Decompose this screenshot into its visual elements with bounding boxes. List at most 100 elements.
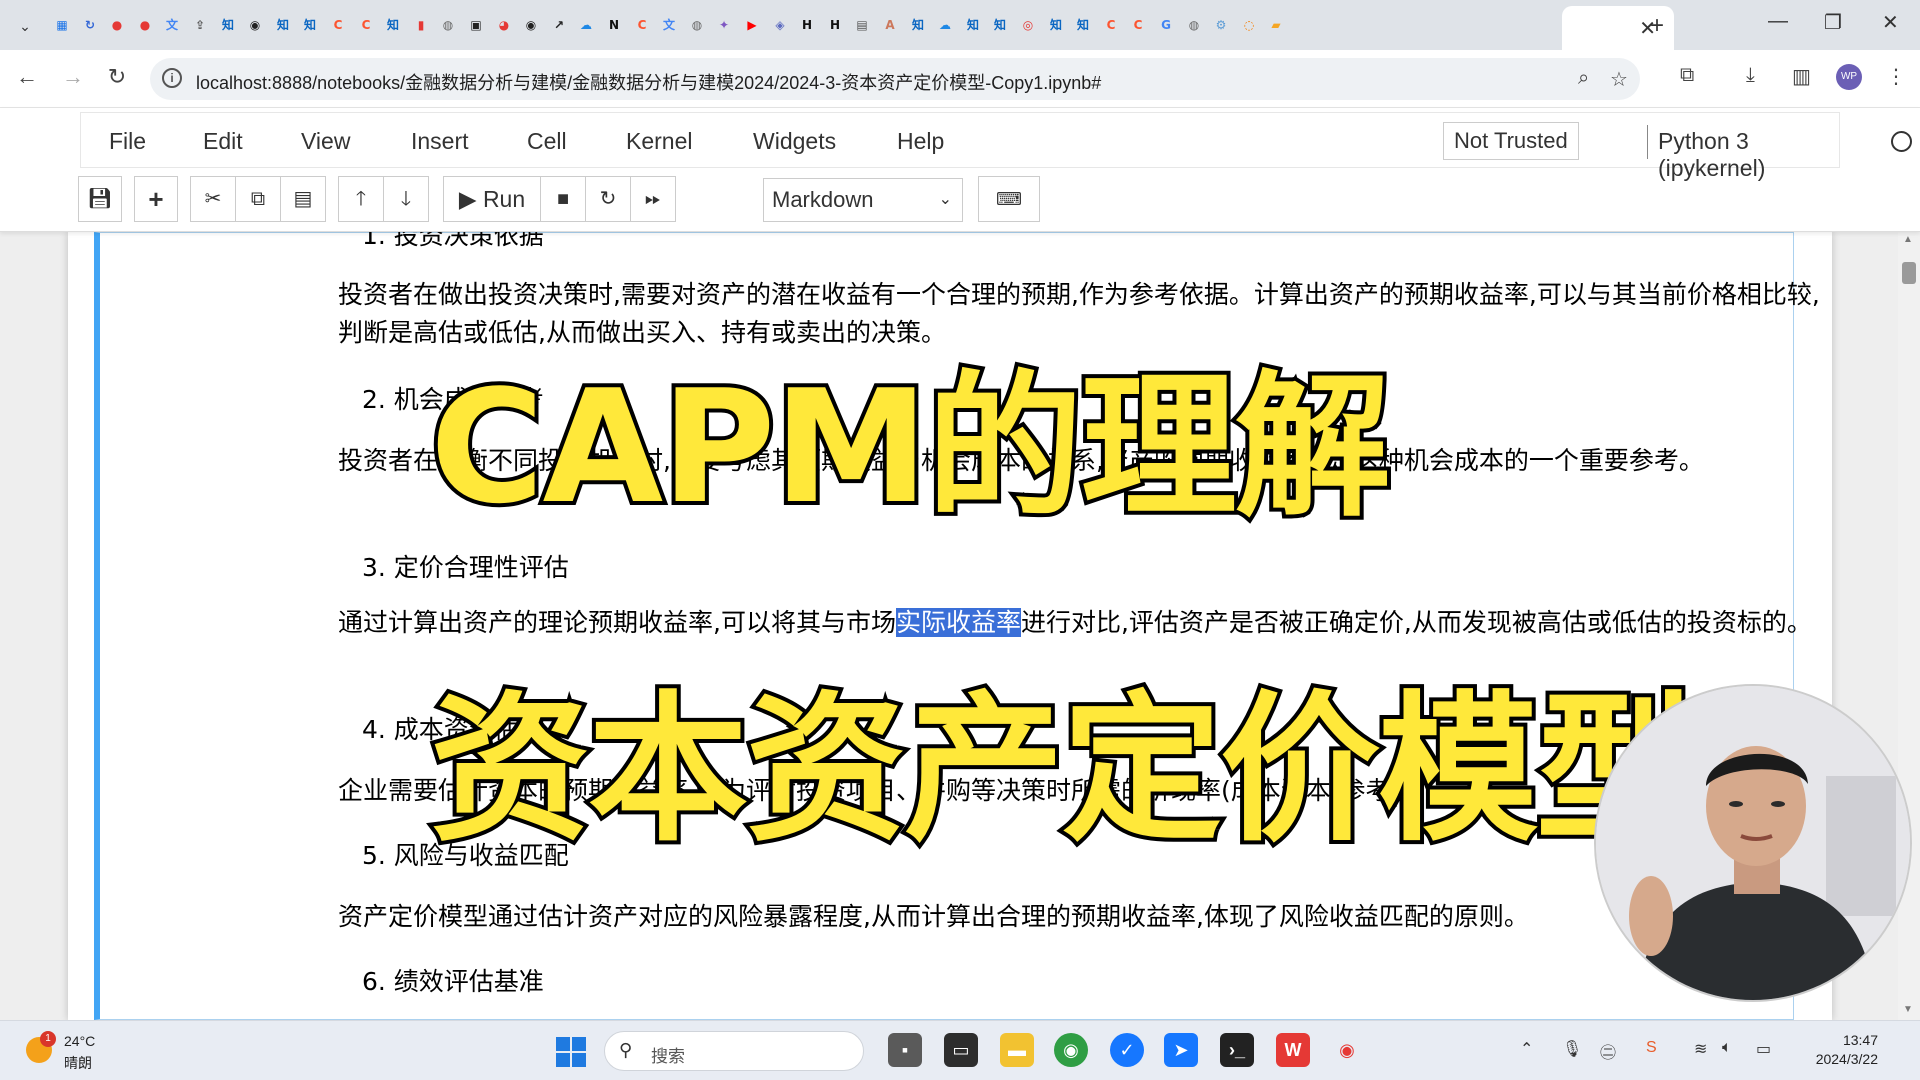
csdn-icon[interactable]: C [632,15,652,35]
volume-icon[interactable]: 🔈︎ [1722,1039,1732,1057]
zhihu-icon[interactable]: 知 [908,15,928,35]
app-tray-icon[interactable]: S [1646,1039,1657,1057]
tab-search-icon[interactable]: ⌄ [12,13,38,39]
move-down-icon[interactable]: 🡓 [383,176,429,222]
kernel-name[interactable]: Python 3 (ipykernel) [1658,128,1839,182]
github-icon[interactable]: ◉ [521,15,541,35]
menu-help[interactable]: Help [897,128,944,155]
feishu-app-icon[interactable]: ➤ [1164,1033,1198,1067]
keyboard-shortcuts-icon[interactable]: ⌨ [978,176,1040,222]
github-icon[interactable]: ◉ [245,15,265,35]
globe-icon[interactable]: ◍ [1184,15,1204,35]
menu-widgets[interactable]: Widgets [753,128,836,155]
forward-arrow-icon[interactable]: → [58,64,88,90]
record-icon[interactable]: ◉ [1330,1033,1364,1067]
notion-icon[interactable]: N [604,15,624,35]
translate-icon[interactable]: 文 [659,15,679,35]
gear-icon[interactable]: ⚙ [1211,15,1231,35]
scroll-down-icon[interactable]: ▼ [1903,1004,1913,1015]
fast-forward-icon[interactable]: ⏩︎ [630,176,676,222]
menu-insert[interactable]: Insert [411,128,469,155]
cloud-icon[interactable]: ☁ [935,15,955,35]
csdn-icon[interactable]: C [1128,15,1148,35]
chart-icon[interactable]: ▮ [411,15,431,35]
monitor-app-icon[interactable]: ▭ [944,1033,978,1067]
browser-menu-icon[interactable]: ⋮ [1886,64,1906,89]
red-circle-icon[interactable]: ● [107,15,127,35]
trust-status-badge[interactable]: Not Trusted [1443,122,1579,160]
chrome-icon[interactable]: ◕ [494,15,514,35]
paste-icon[interactable]: ▤ [280,176,326,222]
system-clock[interactable]: 13:47 2024/3/22 [1798,1031,1878,1069]
menu-edit[interactable]: Edit [203,128,243,155]
scrollbar-thumb[interactable] [1902,262,1916,284]
bookmark-star-icon[interactable]: ☆ [1610,67,1628,92]
vertical-scrollbar[interactable]: ▲ ▼ [1898,232,1920,1020]
profile-avatar[interactable]: WP [1836,64,1862,90]
wifi-icon[interactable]: ≋ [1694,1039,1707,1059]
side-panel-icon[interactable]: ▥ [1792,64,1811,89]
address-bar[interactable]: i localhost:8888/notebooks/金融数据分析与建模/金融数… [150,58,1640,100]
cursor-icon[interactable]: ↗ [549,15,569,35]
youtube-icon[interactable]: ▶ [742,15,762,35]
reload-icon[interactable]: ↻ [102,64,132,90]
url-text[interactable]: localhost:8888/notebooks/金融数据分析与建模/金融数据分… [196,69,1101,95]
video-icon[interactable]: ▣ [466,15,486,35]
loading-icon[interactable]: ◌ [1239,15,1259,35]
copy-icon[interactable]: ⧉ [235,176,281,222]
window-close-icon[interactable]: ✕ [1882,10,1899,35]
chrome-taskbar-icon[interactable]: ◉ [1054,1033,1088,1067]
run-button[interactable]: ▶ Run [443,176,541,222]
download-icon[interactable]: ⤓ [1746,64,1755,87]
zhihu-icon[interactable]: 知 [383,15,403,35]
h-icon[interactable]: H [797,15,817,35]
zhihu-icon[interactable]: 知 [300,15,320,35]
refresh-app-icon[interactable]: ↻ [80,15,100,35]
google-icon[interactable]: G [1156,15,1176,35]
windows-start-icon[interactable] [556,1037,586,1067]
check-app-icon[interactable]: ✓ [1110,1033,1144,1067]
cut-icon[interactable]: ✂ [190,176,236,222]
file-explorer-icon[interactable]: ▬ [1000,1033,1034,1067]
code-icon[interactable]: ◈ [770,15,790,35]
ime-icon[interactable]: ㊁ [1600,1039,1616,1063]
anthropic-icon[interactable]: A [880,15,900,35]
csdn-icon[interactable]: C [328,15,348,35]
globe-icon[interactable]: ◍ [687,15,707,35]
scroll-up-icon[interactable]: ▲ [1903,234,1913,245]
csdn-icon[interactable]: C [1101,15,1121,35]
translate-icon[interactable]: 文 [162,15,182,35]
red-circle-icon[interactable]: ● [135,15,155,35]
csdn-icon[interactable]: C [356,15,376,35]
save-icon[interactable]: 💾︎ [78,176,122,222]
restart-icon[interactable]: ↻ [585,176,631,222]
weibo-icon[interactable]: ◎ [1018,15,1038,35]
menu-view[interactable]: View [301,128,350,155]
tray-chevron-up-icon[interactable]: ⌃ [1520,1039,1533,1059]
menu-file[interactable]: File [109,128,146,155]
battery-icon[interactable]: ▭ [1756,1039,1771,1059]
site-info-icon[interactable]: i [162,68,182,88]
zhihu-icon[interactable]: 知 [273,15,293,35]
upload-icon[interactable]: ⇪ [190,15,210,35]
calendar-icon[interactable]: ▦ [52,15,72,35]
maximize-icon[interactable]: ❐ [1824,10,1842,35]
minimize-icon[interactable]: — [1768,10,1788,33]
zhihu-icon[interactable]: 知 [990,15,1010,35]
microphone-icon[interactable]: 🎙︎ [1562,1039,1582,1059]
move-up-icon[interactable]: 🡑 [338,176,384,222]
h-icon[interactable]: H [825,15,845,35]
menu-cell[interactable]: Cell [527,128,567,155]
terminal-icon[interactable]: ›_ [1220,1033,1254,1067]
zhihu-icon[interactable]: 知 [1073,15,1093,35]
book-icon[interactable]: ▤ [852,15,872,35]
zhihu-icon[interactable]: 知 [963,15,983,35]
wps-icon[interactable]: W [1276,1033,1310,1067]
extensions-icon[interactable]: ⧉ [1680,64,1694,87]
insert-cell-icon[interactable]: + [134,176,178,222]
taskbar-search[interactable]: ⚲ 搜索 [604,1031,864,1071]
task-view-icon[interactable]: ▪ [888,1033,922,1067]
zhihu-icon[interactable]: 知 [218,15,238,35]
globe-icon[interactable]: ◍ [438,15,458,35]
stop-icon[interactable]: ■ [540,176,586,222]
